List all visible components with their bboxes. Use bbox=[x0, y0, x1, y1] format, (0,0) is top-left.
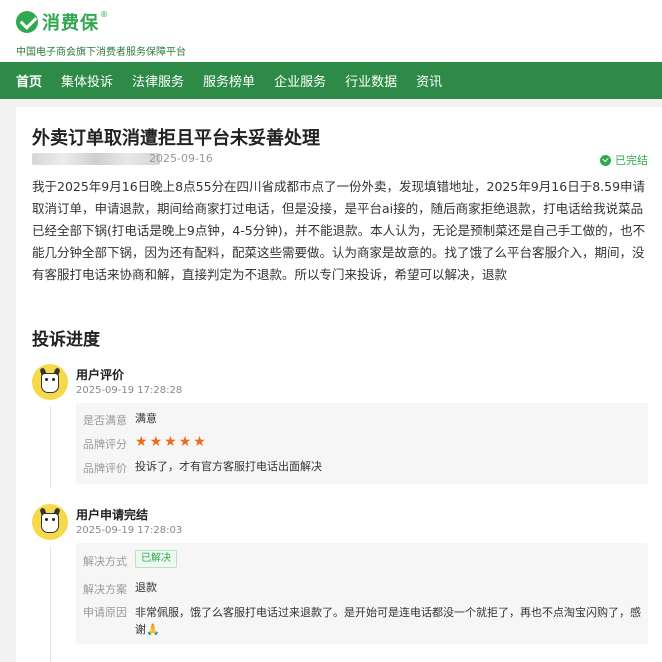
nav-item-industry-data[interactable]: 行业数据 bbox=[345, 71, 397, 90]
entry-detail-box: 是否满意 满意 品牌评分 ★ ★ ★ ★ ★ 品牌评价 投诉了，才有官方客服打电… bbox=[76, 403, 648, 484]
row-brand-comment: 品牌评价 投诉了，才有官方客服打电话出面解决 bbox=[83, 460, 322, 476]
row-value: 投诉了，才有官方客服打电话出面解决 bbox=[135, 460, 322, 473]
row-label: 解决方案 bbox=[83, 583, 127, 596]
cartoon-cow-avatar-icon bbox=[32, 364, 68, 400]
complaint-body: 我于2025年9月16日晚上8点55分在四川省成都市点了一份外卖，发现填错地址，… bbox=[32, 179, 646, 282]
nav-item-enterprise-services[interactable]: 企业服务 bbox=[274, 71, 326, 90]
author-name-blurred bbox=[32, 153, 160, 165]
row-label: 品牌评价 bbox=[83, 462, 127, 475]
row-satisfied: 是否满意 满意 bbox=[83, 412, 157, 428]
timeline-line bbox=[50, 406, 51, 489]
row-label: 解决方式 bbox=[83, 555, 127, 568]
row-label: 是否满意 bbox=[83, 414, 127, 427]
row-label: 品牌评分 bbox=[83, 438, 127, 451]
timeline-line bbox=[50, 546, 51, 662]
site-tagline: 中国电子商会旗下消费者服务保障平台 bbox=[16, 47, 186, 58]
entry-title: 用户评价 bbox=[76, 368, 125, 382]
brand-name: 消费保 bbox=[42, 13, 99, 34]
cartoon-cow-avatar-icon bbox=[32, 504, 68, 540]
site-header: 消费保 ® 中国电子商会旗下消费者服务保障平台 bbox=[0, 0, 662, 62]
progress-section-title: 投诉进度 bbox=[32, 330, 100, 350]
star-icon: ★ bbox=[193, 434, 206, 450]
complaint-card: 外卖订单取消遭拒且平台未妥善处理 2025-09-16 已完结 我于2025年9… bbox=[16, 107, 662, 662]
star-icon: ★ bbox=[135, 434, 148, 450]
status-label: 已完结 bbox=[615, 154, 648, 167]
nav-item-news[interactable]: 资讯 bbox=[416, 71, 442, 90]
star-icon: ★ bbox=[178, 434, 192, 450]
progress-entry-user-review: 用户评价 2025-09-19 17:28:28 是否满意 满意 品牌评分 ★ … bbox=[32, 364, 652, 489]
rating-stars: ★ ★ ★ ★ ★ bbox=[135, 434, 208, 450]
row-resolution-method: 解决方式 已解决 bbox=[83, 550, 177, 569]
complaint-title: 外卖订单取消遭拒且平台未妥善处理 bbox=[32, 128, 320, 149]
row-application-reason: 申请原因 非常佩服，饿了么客服打电话过来退款了。是开始可是连电话都没一个就拒了，… bbox=[83, 604, 648, 638]
nav-item-legal-services[interactable]: 法律服务 bbox=[132, 71, 184, 90]
shield-check-icon bbox=[16, 11, 38, 33]
row-value: 退款 bbox=[135, 581, 157, 594]
row-value: 满意 bbox=[135, 412, 157, 425]
progress-entry-apply-completion: 用户申请完结 2025-09-19 17:28:03 解决方式 已解决 解决方案… bbox=[32, 504, 652, 662]
site-logo[interactable]: 消费保 ® bbox=[16, 10, 108, 34]
resolved-tag: 已解决 bbox=[135, 550, 177, 568]
row-resolution-plan: 解决方案 退款 bbox=[83, 581, 157, 597]
entry-time: 2025-09-19 17:28:28 bbox=[76, 385, 183, 396]
star-icon: ★ bbox=[164, 434, 177, 450]
entry-title: 用户申请完结 bbox=[76, 508, 149, 522]
main-nav: 首页 集体投诉 法律服务 服务榜单 企业服务 行业数据 资讯 bbox=[0, 62, 662, 99]
nav-item-collective-complaints[interactable]: 集体投诉 bbox=[61, 71, 113, 90]
row-brand-rating: 品牌评分 ★ ★ ★ ★ ★ bbox=[83, 434, 208, 452]
row-label: 申请原因 bbox=[83, 606, 127, 619]
check-circle-icon bbox=[600, 154, 611, 166]
row-value: 非常佩服，饿了么客服打电话过来退款了。是开始可是连电话都没一个就拒了，再也不点淘… bbox=[135, 606, 641, 636]
entry-detail-box: 解决方式 已解决 解决方案 退款 申请原因 非常佩服，饿了么客服打电话过来退款了… bbox=[76, 543, 648, 644]
status-badge: 已完结 bbox=[600, 152, 648, 168]
nav-item-service-rankings[interactable]: 服务榜单 bbox=[203, 71, 255, 90]
star-icon: ★ bbox=[149, 434, 163, 450]
nav-item-home[interactable]: 首页 bbox=[16, 71, 42, 90]
complaint-date: 2025-09-16 bbox=[149, 152, 213, 165]
registered-mark: ® bbox=[100, 9, 108, 19]
entry-time: 2025-09-19 17:28:03 bbox=[76, 525, 183, 536]
